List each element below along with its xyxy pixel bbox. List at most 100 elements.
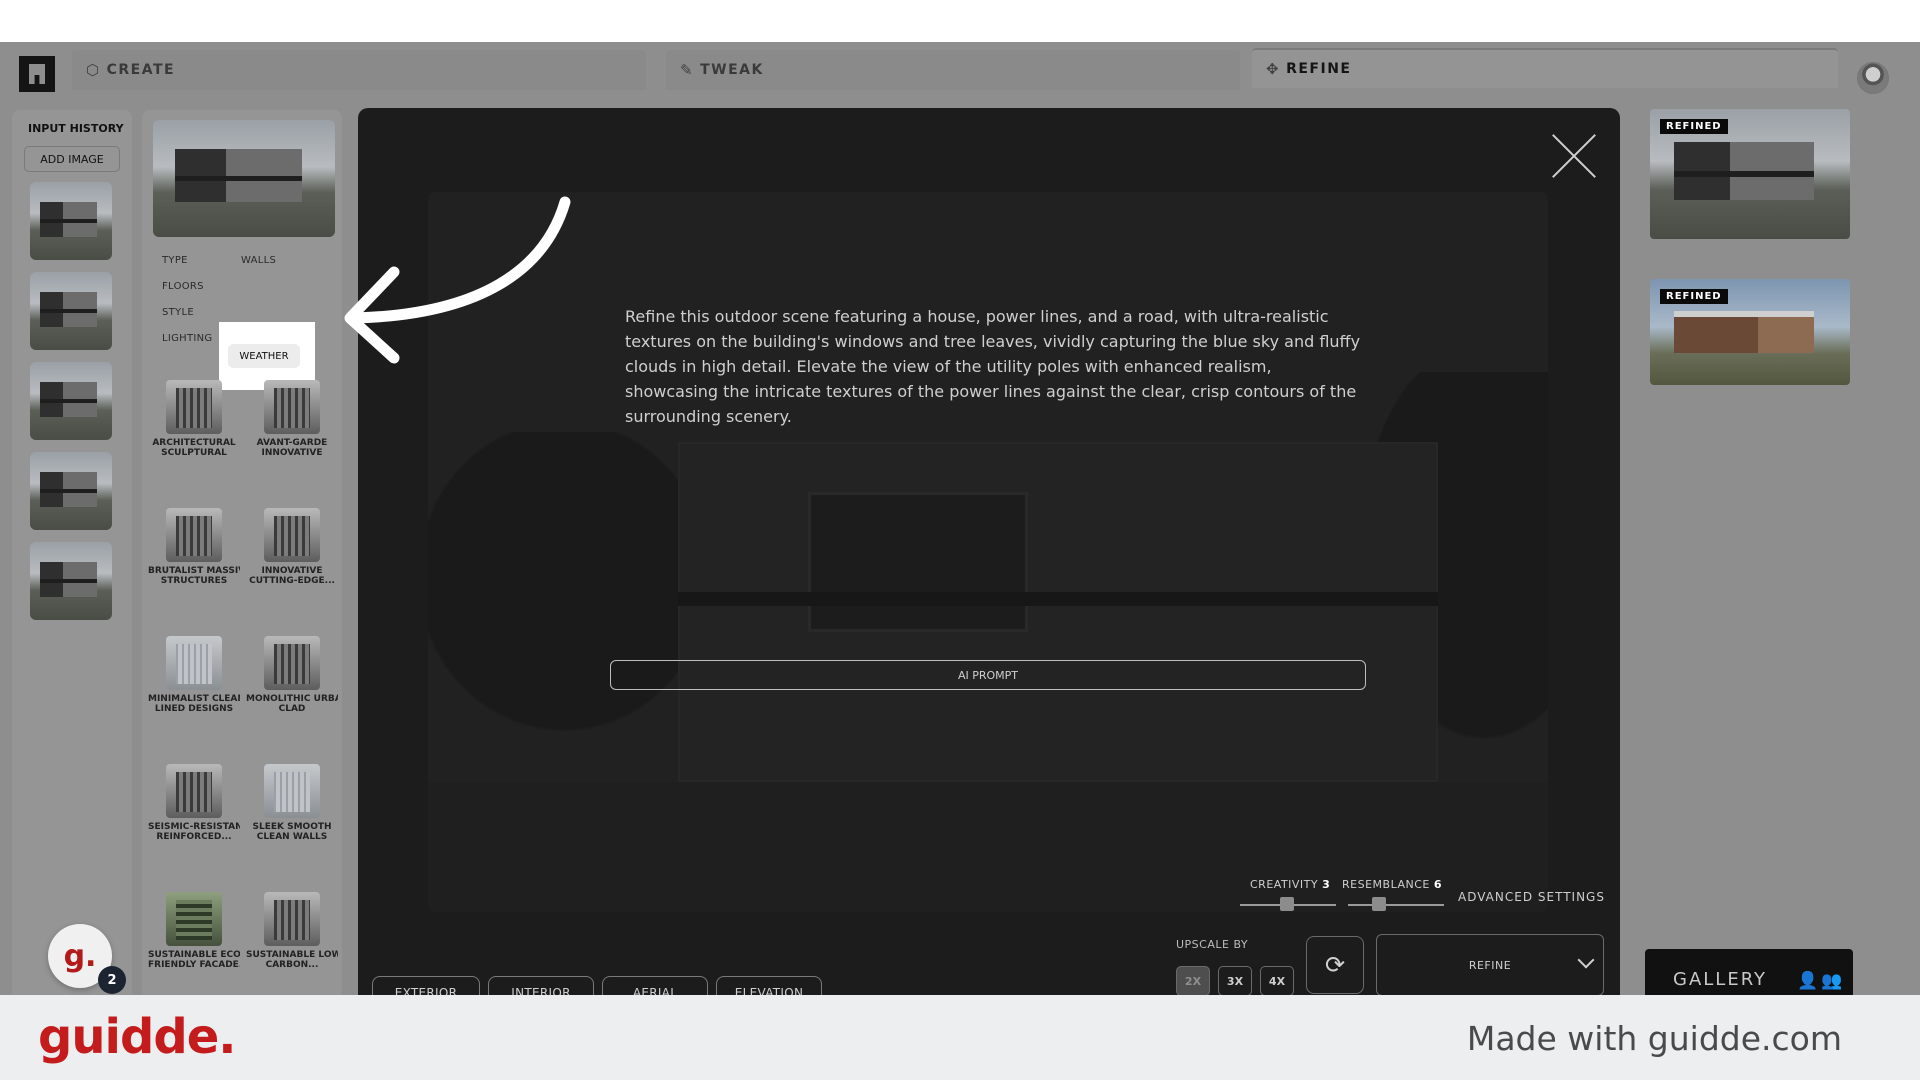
history-thumbnail[interactable]	[30, 452, 112, 530]
refined-badge: REFINED	[1660, 119, 1728, 134]
notification-count-badge: 2	[98, 966, 126, 994]
target-icon: ✥	[1266, 60, 1281, 78]
brush-icon: ✎	[680, 61, 695, 79]
refined-result[interactable]: REFINED	[1650, 109, 1850, 239]
guidde-footer: guidde. Made with guidde.com	[0, 995, 1920, 1080]
style-tile[interactable]: MONOLITHIC URBAN CLAD	[246, 636, 338, 714]
style-tile-label: CLAD	[278, 704, 306, 714]
view-exterior-button[interactable]: EXTERIOR	[372, 976, 480, 995]
style-tile-image	[264, 380, 320, 434]
style-tile-image	[264, 892, 320, 946]
app-window: ⬡ CREATE ✎ TWEAK ✥ REFINE INPUT HISTORY …	[0, 42, 1920, 995]
input-history-title: INPUT HISTORY	[28, 122, 124, 135]
style-tile[interactable]: MINIMALIST CLEAN- LINED DESIGNS	[148, 636, 240, 714]
advanced-settings-link[interactable]: ADVANCED SETTINGS	[1458, 890, 1605, 904]
style-tile-label: LINED DESIGNS	[154, 704, 234, 714]
style-tile-image	[166, 764, 222, 818]
resemblance-slider-handle[interactable]	[1372, 897, 1386, 911]
tab-tweak[interactable]: ✎ TWEAK	[666, 50, 1240, 90]
style-tile-image	[264, 636, 320, 690]
refined-result[interactable]: REFINED	[1650, 279, 1850, 385]
refine-button[interactable]: REFINE	[1376, 934, 1604, 995]
category-walls[interactable]: WALLS	[241, 255, 276, 266]
history-thumbnail[interactable]	[30, 182, 112, 260]
view-interior-button[interactable]: INTERIOR	[488, 976, 594, 995]
history-thumbnail[interactable]	[30, 272, 112, 350]
style-tile-label: MONOLITHIC URBAN	[246, 694, 338, 704]
style-tile[interactable]: INNOVATIVE CUTTING-EDGE...	[246, 508, 338, 586]
tab-refine-label: REFINE	[1286, 61, 1352, 77]
upscale-3x-button[interactable]: 3X	[1218, 966, 1252, 995]
style-tile-label: CUTTING-EDGE...	[249, 576, 335, 586]
history-thumbnail[interactable]	[30, 362, 112, 440]
view-elevation-button[interactable]: ELEVATION	[716, 976, 822, 995]
gallery-label: GALLERY	[1673, 969, 1768, 990]
style-tile[interactable]: SLEEK SMOOTH CLEAN WALLS	[246, 764, 338, 842]
selected-input-image	[153, 120, 335, 237]
user-icon: 👤	[1797, 971, 1819, 991]
app-logo[interactable]	[19, 56, 55, 92]
style-tile[interactable]: BRUTALIST MASSIVE STRUCTURES	[148, 508, 240, 586]
style-tile-label: SLEEK SMOOTH	[252, 822, 332, 832]
preview-image	[428, 192, 1548, 912]
style-tile-label: AVANT-GARDE	[256, 438, 328, 448]
screenshot: ⬡ CREATE ✎ TWEAK ✥ REFINE INPUT HISTORY …	[0, 0, 1920, 1080]
creativity-slider-handle[interactable]	[1280, 897, 1294, 911]
style-tile-label: ARCHITECTURAL	[152, 438, 236, 448]
style-tile-label: STRUCTURES	[160, 576, 228, 586]
upscale-4x-button[interactable]: 4X	[1260, 966, 1294, 995]
style-tile-label: BRUTALIST MASSIVE	[148, 566, 240, 576]
creativity-value: 3	[1322, 878, 1331, 891]
upscale-2x-button[interactable]: 2X	[1176, 966, 1210, 995]
refined-badge: REFINED	[1660, 289, 1728, 304]
close-icon[interactable]	[1550, 132, 1598, 180]
style-tile-image	[264, 764, 320, 818]
refresh-icon: ⟳	[1324, 951, 1346, 979]
style-tile-label: CARBON...	[265, 960, 319, 970]
history-thumbnail[interactable]	[30, 542, 112, 620]
style-tile[interactable]: SEISMIC-RESISTANT REINFORCED...	[148, 764, 240, 842]
style-tile-image	[166, 892, 222, 946]
category-weather[interactable]: WEATHER	[228, 344, 300, 368]
gallery-button[interactable]: GALLERY 👤 👥	[1645, 949, 1853, 995]
style-tile-label: MINIMALIST CLEAN-	[148, 694, 240, 704]
ai-prompt-button[interactable]: AI PROMPT	[610, 660, 1366, 690]
style-tile[interactable]: ARCHITECTURAL SCULPTURAL	[148, 380, 240, 458]
tab-tweak-label: TWEAK	[700, 62, 764, 78]
style-tile-image	[166, 508, 222, 562]
style-tile-label: SCULPTURAL	[161, 448, 227, 458]
made-with-text[interactable]: Made with guidde.com	[1467, 1019, 1842, 1058]
style-tile[interactable]: SUSTAINABLE ECO- FRIENDLY FACADE...	[148, 892, 240, 970]
user-avatar[interactable]	[1857, 62, 1889, 94]
style-tile[interactable]: AVANT-GARDE INNOVATIVE	[246, 380, 338, 458]
add-image-button[interactable]: ADD IMAGE	[24, 146, 120, 172]
tab-refine[interactable]: ✥ REFINE	[1252, 48, 1838, 88]
style-tile-label: INNOVATIVE	[261, 566, 323, 576]
resemblance-label: RESEMBLANCE 6	[1342, 878, 1442, 891]
style-tile-label: SUSTAINABLE LOW-	[246, 950, 338, 960]
tab-create-label: CREATE	[106, 62, 176, 78]
regenerate-button[interactable]: ⟳	[1306, 936, 1364, 994]
tab-create[interactable]: ⬡ CREATE	[72, 50, 646, 90]
category-floors[interactable]: FLOORS	[162, 281, 204, 292]
guidde-logo[interactable]: guidde.	[38, 1009, 236, 1065]
upscale-label: UPSCALE BY	[1176, 938, 1249, 951]
category-style[interactable]: STYLE	[162, 307, 194, 318]
creativity-label: CREATIVITY 3	[1250, 878, 1331, 891]
resemblance-value: 6	[1433, 878, 1442, 891]
style-tile-label: SUSTAINABLE ECO-	[148, 950, 240, 960]
style-tile-image	[166, 636, 222, 690]
style-tile-label: SEISMIC-RESISTANT	[148, 822, 240, 832]
style-tile-image	[264, 508, 320, 562]
category-type[interactable]: TYPE	[162, 255, 188, 266]
prompt-text[interactable]: Refine this outdoor scene featuring a ho…	[625, 304, 1365, 429]
input-history-panel: INPUT HISTORY ADD IMAGE	[12, 110, 132, 995]
style-tile-label: REINFORCED...	[156, 832, 232, 842]
style-tile-label: INNOVATIVE	[261, 448, 323, 458]
resemblance-slider-track[interactable]	[1348, 904, 1444, 906]
style-tile-image	[166, 380, 222, 434]
style-tile[interactable]: SUSTAINABLE LOW- CARBON...	[246, 892, 338, 970]
view-aerial-button[interactable]: AERIAL	[602, 976, 708, 995]
pointer-arrow-icon	[344, 196, 571, 364]
category-lighting[interactable]: LIGHTING	[162, 333, 212, 344]
